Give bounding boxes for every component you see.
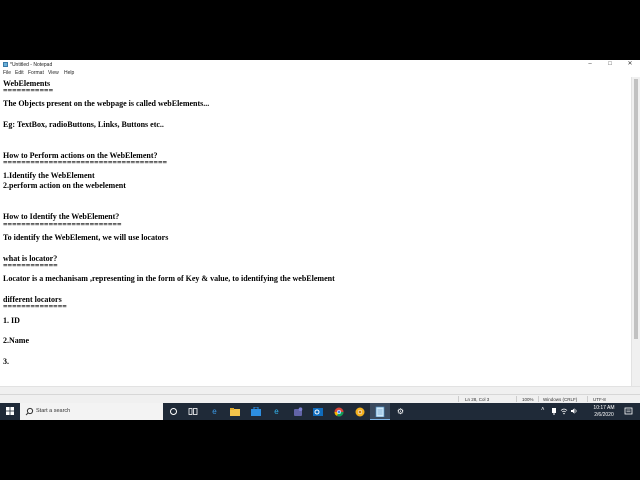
chrome-icon[interactable] xyxy=(333,406,344,417)
status-divider xyxy=(587,396,588,402)
notepad-icon xyxy=(375,406,385,417)
task-view-icon[interactable] xyxy=(187,406,198,417)
menu-edit[interactable]: Edit xyxy=(15,70,24,76)
scrollbar-thumb[interactable] xyxy=(634,79,638,339)
line-ending: Windows (CRLF) xyxy=(543,397,578,402)
text-line: To identify the WebElement, we will use … xyxy=(3,233,169,242)
status-divider xyxy=(516,396,517,402)
notifications-icon[interactable] xyxy=(624,407,633,416)
chrome-canary-icon[interactable] xyxy=(354,406,365,417)
menu-format[interactable]: Format xyxy=(28,70,44,76)
store-icon[interactable] xyxy=(250,406,261,417)
menu-file[interactable]: File xyxy=(3,70,11,76)
text-line: 1.Identify the WebElement xyxy=(3,171,95,180)
text-line: =========== xyxy=(3,86,54,95)
text-line: Locator is a mechanisam ,representing in… xyxy=(3,274,335,283)
vertical-scrollbar[interactable] xyxy=(631,77,640,386)
text-line: ==================================== xyxy=(3,158,168,167)
notepad-icon xyxy=(3,62,8,67)
taskbar: Start a search e e ⚙ ˄ 10:17 AM 2/6/2020 xyxy=(0,403,640,420)
status-divider xyxy=(458,396,459,402)
search-box[interactable]: Start a search xyxy=(20,403,163,420)
text-editor-area[interactable]: WebElements =========== The Objects pres… xyxy=(0,77,631,386)
menu-help[interactable]: Help xyxy=(64,70,74,76)
circle-icon[interactable] xyxy=(168,406,179,417)
windows-icon xyxy=(6,407,14,415)
search-icon xyxy=(25,407,34,416)
zoom-level: 100% xyxy=(522,397,534,402)
encoding: UTF-8 xyxy=(593,397,606,402)
text-line: ============ xyxy=(3,261,58,270)
clock-date[interactable]: 2/6/2020 xyxy=(593,412,615,418)
volume-icon[interactable] xyxy=(570,407,578,415)
start-button[interactable] xyxy=(0,403,20,420)
text-line: 3. xyxy=(3,357,9,366)
file-explorer-icon[interactable] xyxy=(229,406,240,417)
text-line: ========================== xyxy=(3,220,122,229)
notepad-taskbar-button[interactable] xyxy=(370,403,390,420)
status-divider xyxy=(538,396,539,402)
wifi-icon[interactable] xyxy=(560,407,568,415)
chevron-up-icon[interactable]: ˄ xyxy=(541,407,545,413)
text-line: 2.perform action on the webelement xyxy=(3,181,126,190)
text-line: The Objects present on the webpage is ca… xyxy=(3,99,210,108)
ie-icon[interactable]: e xyxy=(271,406,282,417)
edge-icon[interactable]: e xyxy=(209,406,220,417)
settings-icon[interactable]: ⚙ xyxy=(395,406,406,417)
text-line: 2.Name xyxy=(3,336,29,345)
minimize-button[interactable]: – xyxy=(580,60,600,69)
network-icon[interactable] xyxy=(551,408,557,415)
text-line: Eg: TextBox, radioButtons, Links, Button… xyxy=(3,120,164,129)
title-bar[interactable]: *Untitled - Notepad – □ ✕ xyxy=(0,60,640,69)
close-button[interactable]: ✕ xyxy=(620,60,640,69)
text-line: 1. ID xyxy=(3,316,20,325)
maximize-button[interactable]: □ xyxy=(600,60,620,69)
clock-time[interactable]: 10:17 AM xyxy=(593,405,615,411)
status-bar: Ln 28, Col 3 100% Windows (CRLF) UTF-8 xyxy=(0,394,640,403)
outlook-icon[interactable] xyxy=(312,406,323,417)
search-label: Start a search xyxy=(36,408,71,414)
horizontal-scrollbar[interactable] xyxy=(0,386,640,394)
cursor-position: Ln 28, Col 3 xyxy=(465,397,490,402)
teams-icon[interactable] xyxy=(292,406,303,417)
active-indicator xyxy=(370,418,390,420)
menu-view[interactable]: View xyxy=(48,70,59,76)
menu-bar: File Edit Format View Help xyxy=(0,69,640,77)
window-title: *Untitled - Notepad xyxy=(10,61,53,68)
screen: *Untitled - Notepad – □ ✕ File Edit Form… xyxy=(0,60,640,420)
text-line: ============== xyxy=(3,302,67,311)
